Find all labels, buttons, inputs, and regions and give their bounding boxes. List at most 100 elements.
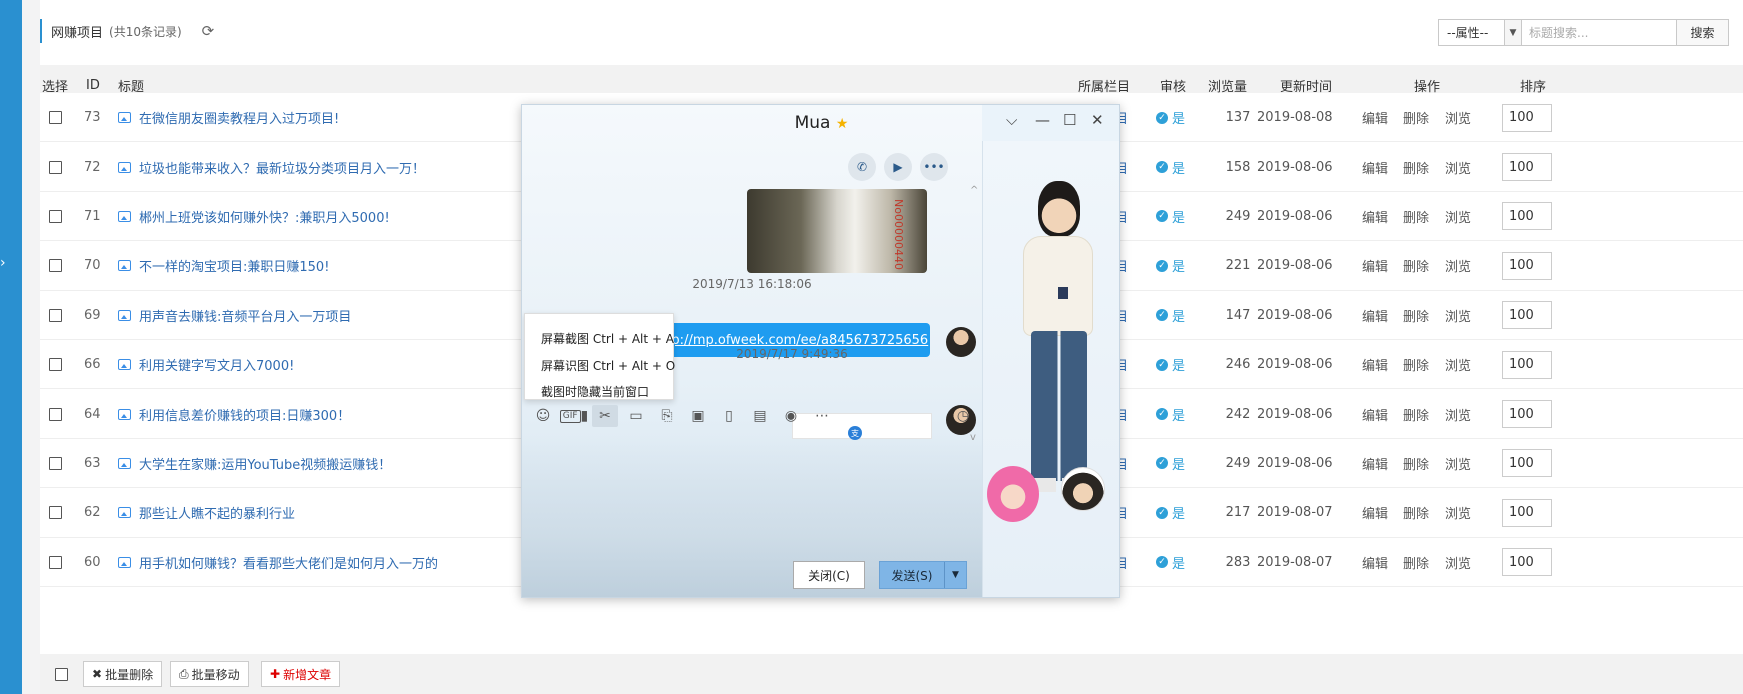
chat-link[interactable]: http://mp.ofweek.com/ee/a845673725656	[653, 333, 928, 348]
row-checkbox[interactable]	[49, 407, 62, 421]
row-audit[interactable]: ✓ 是	[1156, 389, 1185, 438]
select-all-checkbox[interactable]	[55, 668, 68, 681]
scissors-icon[interactable]: ✂	[592, 405, 618, 427]
view-link[interactable]: 浏览	[1445, 241, 1471, 290]
phone-icon[interactable]: ✆	[848, 153, 876, 181]
send-button[interactable]: 发送(S) ▼	[879, 561, 967, 589]
sort-input[interactable]	[1502, 103, 1552, 132]
row-title-link[interactable]: 大学生在家赚:运用YouTube视频搬运赚钱！	[118, 439, 391, 488]
row-title-link[interactable]: 那些让人瞧不起的暴利行业	[118, 488, 295, 537]
batch-delete-button[interactable]: ✖ 批量删除	[83, 661, 163, 687]
sort-input[interactable]	[1502, 350, 1552, 379]
refresh-icon[interactable]: ⟳	[202, 22, 215, 40]
view-link[interactable]: 浏览	[1445, 291, 1471, 340]
delete-link[interactable]: 删除	[1403, 142, 1429, 191]
row-audit[interactable]: ✓ 是	[1156, 291, 1185, 340]
chat-window[interactable]: Mua ★ ⌵ — ☐ ✕ ✆ ▶ ••• ^ No00000440 2019/…	[521, 104, 1120, 598]
chevron-down-icon[interactable]: ▼	[1504, 20, 1521, 45]
more-icon[interactable]: •••	[920, 153, 948, 181]
folder-icon[interactable]: ▭	[623, 405, 649, 427]
chevron-down-icon[interactable]: ⌵	[1006, 111, 1017, 129]
image-icon[interactable]: ▣	[685, 405, 711, 427]
row-audit[interactable]: ✓ 是	[1156, 538, 1185, 587]
sort-input[interactable]	[1502, 449, 1552, 478]
sort-input[interactable]	[1502, 251, 1552, 280]
row-title-link[interactable]: 不一样的淘宝项目:兼职日赚150!	[118, 241, 329, 290]
more-icon[interactable]: ⋯	[809, 405, 835, 427]
delete-link[interactable]: 删除	[1403, 192, 1429, 241]
view-link[interactable]: 浏览	[1445, 439, 1471, 488]
sort-input[interactable]	[1502, 153, 1552, 182]
scroll-down-icon[interactable]: v	[970, 432, 976, 443]
row-title-link[interactable]: 郴州上班党该如何赚外快？:兼职月入5000!	[118, 192, 390, 241]
row-checkbox[interactable]	[49, 308, 62, 322]
row-audit[interactable]: ✓ 是	[1156, 439, 1185, 488]
row-audit[interactable]: ✓ 是	[1156, 340, 1185, 389]
sort-input[interactable]	[1502, 202, 1552, 231]
edit-link[interactable]: 编辑	[1362, 192, 1388, 241]
row-title-link[interactable]: 用手机如何赚钱？看看那些大佬们是如何月入一万的	[118, 538, 438, 587]
delete-link[interactable]: 删除	[1403, 340, 1429, 389]
maximize-icon[interactable]: ☐	[1063, 111, 1076, 129]
row-title-link[interactable]: 在微信朋友圈卖教程月入过万项目!	[118, 93, 339, 142]
delete-link[interactable]: 删除	[1403, 291, 1429, 340]
batch-move-button[interactable]: ⎙ 批量移动	[170, 661, 249, 687]
row-title-link[interactable]: 用声音去赚钱:音频平台月入一万项目	[118, 291, 351, 340]
edit-link[interactable]: 编辑	[1362, 340, 1388, 389]
row-checkbox[interactable]	[49, 111, 62, 125]
row-audit[interactable]: ✓ 是	[1156, 192, 1185, 241]
document-icon[interactable]: ⎘	[654, 405, 680, 427]
sort-input[interactable]	[1502, 548, 1552, 577]
add-article-button[interactable]: ✚ 新增文章	[261, 661, 341, 687]
row-title-link[interactable]: 利用关键字写文月入7000!	[118, 340, 294, 389]
delete-link[interactable]: 删除	[1403, 389, 1429, 438]
row-audit[interactable]: ✓ 是	[1156, 93, 1185, 142]
row-checkbox[interactable]	[49, 209, 62, 223]
chat-image-message[interactable]: No00000440	[747, 189, 927, 273]
view-link[interactable]: 浏览	[1445, 340, 1471, 389]
attribute-select[interactable]: --属性-- ▼	[1438, 19, 1522, 46]
vibrate-icon[interactable]: ▯	[716, 405, 742, 427]
row-checkbox[interactable]	[49, 456, 62, 470]
clock-icon[interactable]: ◷	[952, 405, 974, 427]
edit-link[interactable]: 编辑	[1362, 538, 1388, 587]
view-link[interactable]: 浏览	[1445, 389, 1471, 438]
avatar[interactable]	[1061, 467, 1105, 511]
view-link[interactable]: 浏览	[1445, 538, 1471, 587]
row-audit[interactable]: ✓ 是	[1156, 241, 1185, 290]
voice-icon[interactable]: ◉	[778, 405, 804, 427]
close-chat-button[interactable]: 关闭(C)	[793, 561, 865, 589]
emoji-icon[interactable]: ☺	[530, 405, 556, 427]
row-title-link[interactable]: 利用信息差价赚钱的项目:日赚300！	[118, 389, 350, 438]
gif-icon[interactable]: GIF ▮	[559, 405, 588, 427]
delete-link[interactable]: 删除	[1403, 241, 1429, 290]
delete-link[interactable]: 删除	[1403, 439, 1429, 488]
menu-item-hide-window[interactable]: 截图时隐藏当前窗口	[541, 383, 649, 400]
row-checkbox[interactable]	[49, 259, 62, 273]
row-audit[interactable]: ✓ 是	[1156, 142, 1185, 191]
menu-item-screenshot[interactable]: 屏幕截图 Ctrl + Alt + A	[541, 330, 674, 347]
row-checkbox[interactable]	[49, 160, 62, 174]
edit-link[interactable]: 编辑	[1362, 142, 1388, 191]
calendar-icon[interactable]: ▤	[747, 405, 773, 427]
scroll-up-icon[interactable]: ^	[970, 185, 978, 196]
row-checkbox[interactable]	[49, 358, 62, 372]
edit-link[interactable]: 编辑	[1362, 93, 1388, 142]
sort-input[interactable]	[1502, 400, 1552, 429]
row-checkbox[interactable]	[49, 506, 62, 520]
delete-link[interactable]: 删除	[1403, 93, 1429, 142]
chevron-down-icon[interactable]: ▼	[944, 562, 966, 588]
edit-link[interactable]: 编辑	[1362, 291, 1388, 340]
row-audit[interactable]: ✓ 是	[1156, 488, 1185, 537]
close-icon[interactable]: ✕	[1091, 111, 1104, 129]
search-input[interactable]	[1522, 19, 1677, 46]
edit-link[interactable]: 编辑	[1362, 439, 1388, 488]
menu-item-image-recognition[interactable]: 屏幕识图 Ctrl + Alt + O	[541, 357, 675, 374]
view-link[interactable]: 浏览	[1445, 93, 1471, 142]
view-link[interactable]: 浏览	[1445, 192, 1471, 241]
minimize-icon[interactable]: —	[1035, 111, 1050, 129]
video-call-icon[interactable]: ▶	[884, 153, 912, 181]
edit-link[interactable]: 编辑	[1362, 241, 1388, 290]
delete-link[interactable]: 删除	[1403, 538, 1429, 587]
chevron-right-icon[interactable]: ›	[0, 255, 6, 271]
